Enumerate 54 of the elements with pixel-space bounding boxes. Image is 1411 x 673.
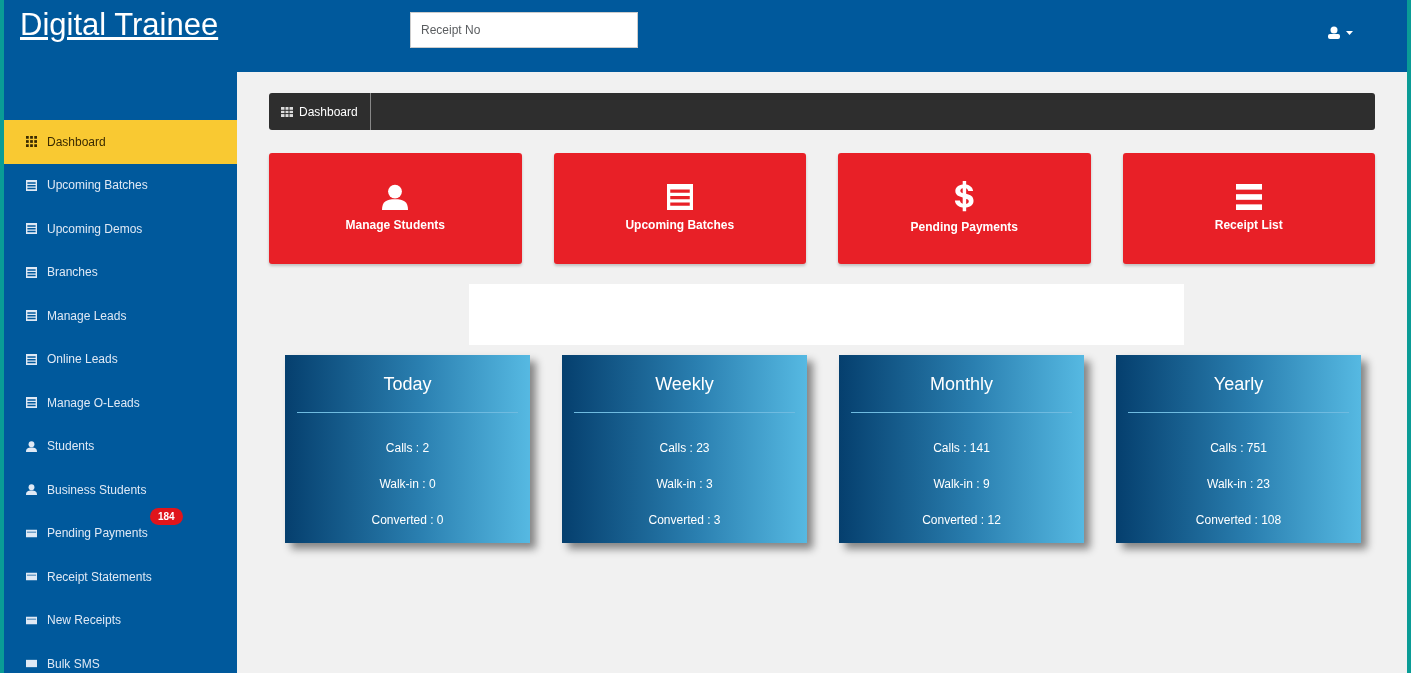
- list-icon: [26, 310, 37, 322]
- sidebar-item[interactable]: Manage Leads: [4, 294, 237, 338]
- card-title: Monthly: [930, 373, 993, 396]
- stat-line: Walk-in : 23: [1207, 476, 1270, 493]
- sidebar-item[interactable]: Branches: [4, 250, 237, 294]
- stat-line: Walk-in : 0: [379, 476, 436, 493]
- shortcut-tile[interactable]: Upcoming Batches: [553, 153, 806, 264]
- sidebar-item[interactable]: Students: [4, 424, 237, 468]
- card-title: Today: [383, 373, 432, 396]
- stat-line: Walk-in : 9: [933, 476, 990, 493]
- envelope-icon: [26, 658, 37, 670]
- stat-line: Converted : 0: [371, 512, 444, 529]
- user-icon: [26, 484, 37, 496]
- sidebar-item[interactable]: Manage O-Leads: [4, 381, 237, 425]
- shortcut-tile[interactable]: Manage Students: [269, 153, 522, 264]
- user-icon: [26, 440, 37, 452]
- list-icon: [666, 183, 693, 210]
- stat-line: Converted : 3: [648, 512, 721, 529]
- user-icon: [382, 183, 409, 210]
- shortcut-tile[interactable]: Receipt List: [1122, 153, 1375, 264]
- card-title: Yearly: [1213, 373, 1264, 396]
- card-icon: [26, 571, 37, 583]
- card-icon: [26, 527, 37, 539]
- sidebar-item[interactable]: Dashboard: [4, 120, 237, 164]
- app-title[interactable]: Digital Trainee: [20, 8, 410, 43]
- breadcrumb-link[interactable]: Dashboard: [299, 102, 358, 121]
- list-icon: [26, 223, 37, 235]
- list-icon: [26, 266, 37, 278]
- stat-line: Walk-in : 3: [656, 476, 713, 493]
- stat-line: Calls : 141: [933, 440, 990, 457]
- receipt-search-field[interactable]: Receipt No: [410, 12, 638, 48]
- shortcut-tile[interactable]: Pending Payments: [838, 153, 1091, 264]
- sidebar-item[interactable]: New Receipts: [4, 598, 237, 642]
- menu-icon: [1235, 183, 1262, 210]
- stat-line: Calls : 751: [1210, 440, 1267, 457]
- user-icon[interactable]: [1328, 26, 1340, 39]
- sidebar-item[interactable]: Upcoming Demos: [4, 207, 237, 251]
- sidebar-item[interactable]: Bulk SMS: [4, 642, 237, 673]
- list-icon: [26, 397, 37, 409]
- count-badge: 184: [150, 507, 183, 525]
- sidebar-item[interactable]: Upcoming Batches: [4, 163, 237, 207]
- stat-line: Converted : 108: [1195, 512, 1282, 529]
- list-icon: [26, 353, 37, 365]
- sidebar-item[interactable]: Online Leads: [4, 337, 237, 381]
- sidebar-item[interactable]: Receipt Statements: [4, 555, 237, 599]
- card-title: Weekly: [655, 373, 714, 396]
- stat-line: Calls : 2: [385, 440, 430, 457]
- card-icon: [26, 614, 37, 626]
- grid-icon: [26, 136, 37, 148]
- stat-line: Calls : 23: [659, 440, 710, 457]
- stat-line: Converted : 12: [922, 512, 1001, 529]
- grid-icon: [281, 106, 293, 117]
- caret-icon[interactable]: [1346, 30, 1353, 35]
- list-icon: [26, 179, 37, 191]
